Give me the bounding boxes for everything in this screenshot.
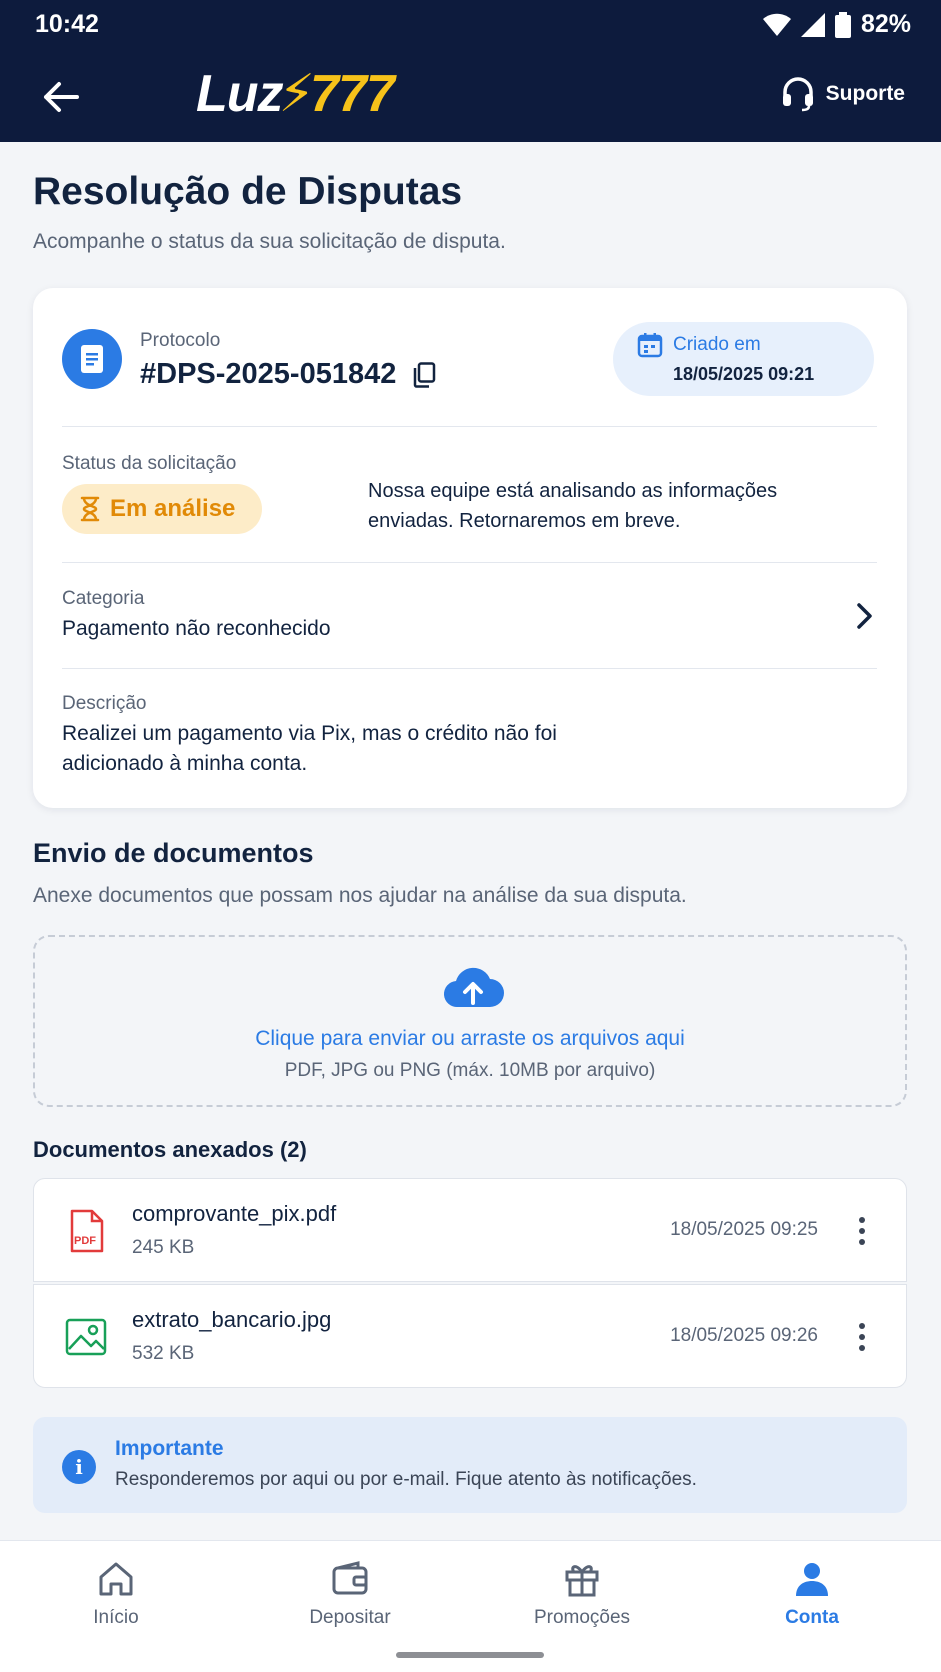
logo-luz: Luz — [196, 65, 284, 123]
cloud-upload-icon — [443, 967, 504, 1008]
app-header: 10:42 82% Luz ⚡ 777 Suporte — [0, 0, 941, 142]
battery-level: 82% — [860, 10, 911, 38]
chevron-right-icon — [857, 603, 872, 629]
protocol-number: #DPS-2025-051842 — [140, 358, 438, 391]
divider — [62, 562, 877, 563]
divider — [62, 426, 877, 427]
created-label: Criado em — [673, 334, 761, 355]
gift-icon — [565, 1565, 599, 1597]
pdf-file-icon: PDF — [70, 1209, 104, 1253]
more-options-button[interactable] — [850, 1321, 874, 1353]
nav-item-inicio[interactable]: Início — [41, 1559, 191, 1639]
protocol-number-text: #DPS-2025-051842 — [140, 358, 397, 390]
nav-label: Promoções — [533, 1607, 631, 1628]
support-button[interactable]: Suporte — [780, 76, 905, 112]
document-name: comprovante_pix.pdf — [132, 1201, 337, 1226]
created-date: 18/05/2025 09:21 — [673, 364, 815, 384]
user-icon — [796, 1563, 828, 1596]
document-name: extrato_bancario.jpg — [132, 1307, 332, 1332]
upload-dropzone[interactable]: Clique para enviar ou arraste os arquivo… — [33, 935, 907, 1107]
calendar-icon — [637, 333, 663, 358]
page-subtitle: Acompanhe o status da sua solicitação de… — [33, 230, 506, 253]
logo-number: 777 — [310, 65, 395, 123]
svg-text:PDF: PDF — [74, 1235, 96, 1247]
attached-documents-title: Documentos anexados (2) — [33, 1137, 307, 1162]
copy-button[interactable] — [410, 361, 438, 389]
documents-section-title: Envio de documentos — [33, 838, 314, 868]
status-value: Em análise — [110, 495, 236, 522]
document-row[interactable]: PDF comprovante_pix.pdf 245 KB 18/05/202… — [33, 1178, 907, 1282]
nav-item-conta[interactable]: Conta — [737, 1559, 887, 1639]
nav-item-promocoes[interactable]: Promoções — [507, 1559, 657, 1639]
category-value: Pagamento não reconhecido — [62, 617, 331, 640]
description-value: Realizei um pagamento via Pix, mas o cré… — [62, 722, 557, 775]
document-date: 18/05/2025 09:25 — [670, 1219, 818, 1240]
nav-label: Depositar — [309, 1607, 391, 1628]
image-file-icon — [65, 1318, 107, 1356]
home-indicator — [396, 1652, 544, 1658]
battery-icon — [834, 11, 851, 38]
status-badge: Em análise — [62, 484, 262, 534]
description-label: Descrição — [62, 693, 147, 714]
protocol-label: Protocolo — [140, 330, 221, 351]
wifi-icon — [762, 13, 791, 36]
document-size: 245 KB — [132, 1237, 195, 1258]
support-label: Suporte — [825, 82, 905, 105]
arrow-left-icon — [44, 82, 79, 112]
page-title: Resolução de Disputas — [33, 170, 463, 213]
category-chevron-button[interactable] — [849, 601, 879, 631]
nav-item-depositar[interactable]: Depositar — [275, 1559, 425, 1639]
hourglass-icon — [80, 496, 100, 522]
document-icon — [62, 329, 122, 389]
divider — [62, 668, 877, 669]
logo-bolt: ⚡ — [278, 65, 316, 123]
category-label: Categoria — [62, 588, 145, 609]
home-icon — [99, 1562, 133, 1596]
dispute-card: Protocolo #DPS-2025-051842 Criado em 18/… — [33, 288, 907, 808]
notice-title: Importante — [115, 1437, 224, 1460]
important-notice: i Importante Responderemos por aqui ou p… — [33, 1417, 907, 1513]
status-icons: 82% — [762, 10, 911, 39]
signal-icon — [800, 12, 825, 37]
notice-text: Responderemos por aqui ou por e-mail. Fi… — [115, 1469, 697, 1490]
nav-label: Início — [93, 1607, 139, 1628]
nav-label: Conta — [785, 1607, 839, 1628]
document-size: 532 KB — [132, 1343, 195, 1364]
status-description: Nossa equipe está analisando as informaç… — [368, 480, 778, 532]
document-row[interactable]: extrato_bancario.jpg 532 KB 18/05/2025 0… — [33, 1284, 907, 1388]
status-time: 10:42 — [35, 10, 99, 38]
document-date: 18/05/2025 09:26 — [670, 1325, 818, 1346]
upload-cta: Clique para enviar ou arraste os arquivo… — [255, 1027, 685, 1050]
info-icon: i — [62, 1450, 96, 1484]
more-options-button[interactable] — [850, 1215, 874, 1247]
created-badge: Criado em 18/05/2025 09:21 — [613, 322, 874, 396]
documents-section-subtitle: Anexe documentos que possam nos ajudar n… — [33, 884, 687, 907]
app-logo: Luz ⚡ 777 — [196, 64, 395, 124]
status-label: Status da solicitação — [62, 453, 237, 474]
copy-icon — [414, 361, 436, 388]
wallet-icon — [332, 1561, 368, 1595]
upload-hint: PDF, JPG ou PNG (máx. 10MB por arquivo) — [284, 1060, 656, 1081]
headset-icon — [782, 77, 813, 112]
back-button[interactable] — [38, 74, 84, 120]
